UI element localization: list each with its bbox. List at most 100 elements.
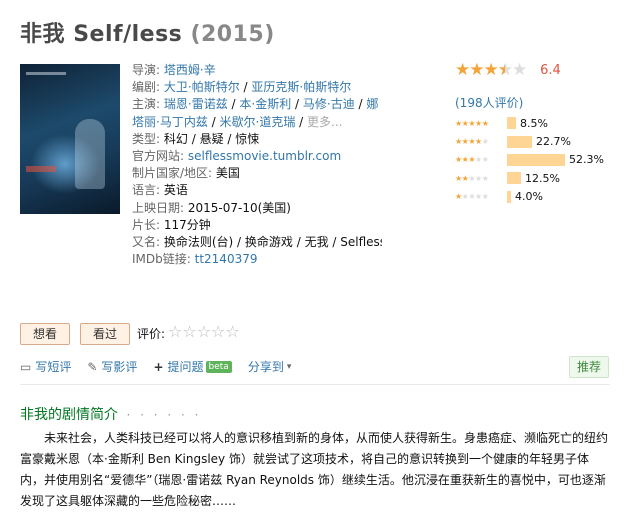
synopsis-dots: · · · · · · [126, 408, 202, 422]
cast-link[interactable]: 马修·古迪 [303, 97, 355, 111]
write-review-link[interactable]: ✎ 写影评 [87, 358, 137, 375]
runtime-label: 片长: [132, 217, 161, 232]
genre-value: 悬疑 [199, 131, 224, 146]
page-title: 非我 Self/less (2015) [20, 16, 275, 48]
seen-label: 看过 [92, 327, 117, 341]
director-row: 导演: 塔西姆·辛 [132, 62, 382, 79]
genre-value: 科幻 [163, 131, 188, 146]
rating-distribution-row: ★★★★★ 22.7% [455, 132, 604, 150]
rating-distribution-row: ★★★★★ 12.5% [455, 169, 604, 187]
rating-bar [507, 135, 532, 148]
rating-votes-link[interactable]: (198人评价) [455, 94, 523, 111]
writers-label: 编剧: [132, 80, 161, 95]
runtime-row: 片长: 117分钟 [132, 217, 382, 234]
mini-stars-icon: ★★★★★ [455, 192, 489, 202]
rating-distribution-row: ★★★★★ 52.3% [455, 151, 604, 169]
language-value: 英语 [163, 183, 188, 198]
action-bar: ▭ 写短评 ✎ 写影评 + 提问题 beta 分享到 ▾ [20, 358, 295, 375]
chat-icon: ▭ [20, 359, 32, 374]
release-row: 上映日期: 2015-07-10(美国) [132, 200, 382, 217]
poster-figure [75, 119, 105, 189]
rating-distribution: ★★★★★ 8.5% ★★★★★ 22.7% ★★★★★ 52.3% ★★★★★ 12.5% ★… [455, 114, 604, 206]
cast-row: 主演: 瑞恩·雷诺兹 / 本·金斯利 / 马修·古迪 / 娜塔丽·马丁内兹 / … [132, 97, 379, 129]
cast-link[interactable]: 瑞恩·雷诺兹 [164, 97, 228, 111]
star-empty-icon[interactable]: ☆ [168, 322, 182, 341]
review-label: 写影评 [101, 360, 138, 374]
country-row: 制片国家/地区: 美国 [132, 165, 382, 182]
synopsis-text: 未来社会，人类科技已经可以将人的意识移植到新的身体，从而使人获得新生。身患癌症、… [20, 431, 609, 508]
website-row: 官方网站: selflessmovie.tumblr.com [132, 148, 382, 165]
plus-icon: + [153, 359, 164, 374]
pencil-icon: ✎ [87, 359, 98, 374]
short-review-label: 写短评 [35, 360, 72, 374]
website-label: 官方网站: [132, 149, 185, 164]
cast-link[interactable]: 米歇尔·道克瑞 [220, 115, 296, 129]
beta-badge: beta [205, 360, 232, 373]
rate-stars: ☆☆☆☆☆ [168, 322, 240, 341]
star-empty-icon[interactable]: ☆ [225, 322, 239, 341]
want-to-watch-button[interactable]: 想看 [20, 323, 70, 345]
director-link[interactable]: 塔西姆·辛 [164, 63, 216, 77]
mini-stars-icon: ★★★★★ [455, 173, 489, 183]
release-label: 上映日期: [132, 200, 185, 215]
title-cn: 非我 [20, 22, 66, 47]
star-empty-icon[interactable]: ☆ [182, 322, 196, 341]
recommend-button[interactable]: 推荐 [569, 356, 609, 378]
mini-stars-icon: ★★★★★ [455, 118, 489, 128]
rating-distribution-row: ★★★★★ 4.0% [455, 188, 604, 206]
share-link[interactable]: 分享到 ▾ [248, 358, 296, 375]
movie-info: 导演: 塔西姆·辛 编剧: 大卫·帕斯特尔 / 亚历克斯·帕斯特尔 主演: 瑞恩… [132, 62, 382, 268]
rate-label: 评价: [137, 327, 166, 341]
question-label: 提问题 [167, 360, 204, 374]
writer-link[interactable]: 大卫·帕斯特尔 [164, 80, 240, 94]
star-empty-icon[interactable]: ☆ [211, 322, 225, 341]
language-label: 语言: [132, 183, 161, 198]
cast-link[interactable]: 本·金斯利 [239, 97, 291, 111]
language-row: 语言: 英语 [132, 182, 382, 199]
country-value: 美国 [215, 166, 240, 181]
cast-label: 主演: [132, 97, 161, 112]
title-en: Self/less [73, 22, 183, 47]
want-label: 想看 [32, 327, 57, 341]
title-year: (2015) [190, 22, 275, 47]
director-label: 导演: [132, 63, 161, 77]
writers-row: 编剧: 大卫·帕斯特尔 / 亚历克斯·帕斯特尔 [132, 80, 352, 95]
rating-bar [507, 190, 511, 203]
imdb-row: IMDb链接: tt2140379 [132, 251, 382, 268]
movie-poster[interactable] [20, 64, 120, 214]
mini-stars-icon: ★★★★★ [455, 137, 489, 147]
rating-summary: ★★★★★★ 6.4 [455, 60, 625, 80]
write-short-review-link[interactable]: ▭ 写短评 [20, 358, 71, 375]
website-link[interactable]: selflessmovie.tumblr.com [188, 149, 341, 163]
rating-bar [507, 172, 521, 185]
watched-button[interactable]: 看过 [80, 323, 130, 345]
rating-bar [507, 153, 565, 166]
mini-stars-icon: ★★★★★ [455, 155, 489, 165]
rating-stars-icon: ★★★★★★ [455, 60, 527, 80]
aka-label: 又名: [132, 235, 161, 250]
rating-percent: 8.5% [520, 116, 548, 130]
rating-distribution-row: ★★★★★ 8.5% [455, 114, 604, 132]
rating-percent: 22.7% [536, 135, 571, 149]
star-empty-icon[interactable]: ☆ [197, 322, 211, 341]
aka-value: 换命法则(台) / 换命游戏 / 无我 / Selfless [163, 235, 382, 250]
chevron-down-icon: ▾ [286, 361, 292, 372]
recommend-label: 推荐 [576, 360, 601, 374]
share-label: 分享到 [247, 360, 284, 374]
ask-question-link[interactable]: + 提问题 beta [153, 358, 232, 375]
release-value: 2015-07-10(美国) [187, 200, 291, 215]
rating-percent: 12.5% [525, 171, 560, 185]
imdb-label: IMDb链接: [132, 252, 191, 267]
imdb-link[interactable]: tt2140379 [195, 252, 258, 266]
cast-more-link[interactable]: 更多... [307, 115, 342, 129]
runtime-value: 117分钟 [163, 217, 211, 232]
poster-text-top [26, 72, 66, 75]
writer-link[interactable]: 亚历克斯·帕斯特尔 [251, 80, 351, 94]
rating-bar [507, 117, 516, 130]
divider [20, 384, 610, 385]
genre-value: 惊悚 [235, 131, 260, 146]
synopsis-heading: 非我的剧情简介 [20, 407, 118, 423]
poster-logo [26, 166, 56, 172]
genre-row: 类型: 科幻 / 悬疑 / 惊悚 [132, 131, 260, 146]
rating-percent: 52.3% [569, 153, 604, 167]
